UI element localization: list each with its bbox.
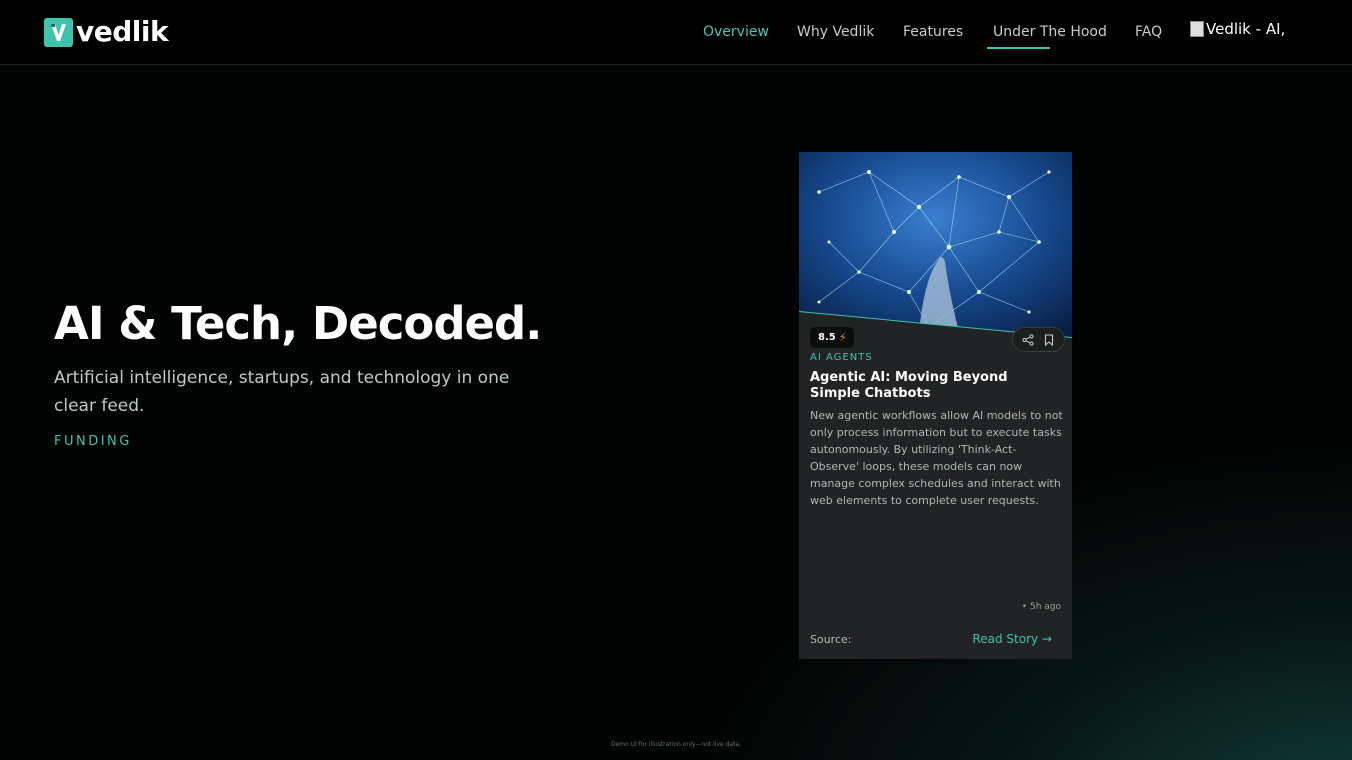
hero-section: AI & Tech, Decoded. Artificial intellige… xyxy=(54,296,614,449)
broken-image-alt: Vedlik - AI, xyxy=(1206,20,1286,38)
bookmark-icon[interactable] xyxy=(1042,333,1056,347)
lightning-icon: ⚡ xyxy=(838,331,847,344)
nav-hover-underline xyxy=(987,47,1050,49)
main-nav: Overview Why Vedlik Features Under The H… xyxy=(0,22,1352,52)
nav-under-the-hood[interactable]: Under The Hood xyxy=(993,22,1107,42)
card-category: AI AGENTS xyxy=(810,352,873,363)
site-header: vedlik Overview Why Vedlik Features Unde… xyxy=(0,0,1352,65)
card-description: New agentic workflows allow AI models to… xyxy=(810,409,1063,507)
broken-image: Vedlik - AI, xyxy=(1190,20,1285,38)
nav-features[interactable]: Features xyxy=(903,22,963,42)
hero-category-tag: FUNDING xyxy=(54,434,132,449)
nav-overview[interactable]: Overview xyxy=(703,22,769,42)
card-source: Source: xyxy=(810,633,852,646)
broken-image-icon xyxy=(1190,21,1204,37)
share-icon[interactable] xyxy=(1021,333,1035,347)
card-time-value: 5h ago xyxy=(1029,602,1061,612)
card-title[interactable]: Agentic AI: Moving Beyond Simple Chatbot… xyxy=(810,370,1060,402)
news-card[interactable]: 8.5 ⚡ AI AGENTS Agentic AI: Moving Beyon… xyxy=(799,152,1072,659)
score-badge: 8.5 ⚡ xyxy=(810,327,855,348)
card-timestamp: • 5h ago xyxy=(1021,602,1061,612)
read-story-link[interactable]: Read Story → xyxy=(972,632,1052,646)
hero-subtitle: Artificial intelligence, startups, and t… xyxy=(54,368,510,416)
score-value: 8.5 xyxy=(818,332,836,343)
hero-title: AI & Tech, Decoded. xyxy=(54,297,542,350)
card-image xyxy=(799,152,1072,342)
card-actions xyxy=(1012,327,1065,352)
nav-why-vedlik[interactable]: Why Vedlik xyxy=(797,22,874,42)
demo-footnote: Demo UI for illustration only—not live d… xyxy=(610,741,742,748)
nav-faq[interactable]: FAQ xyxy=(1135,22,1162,42)
